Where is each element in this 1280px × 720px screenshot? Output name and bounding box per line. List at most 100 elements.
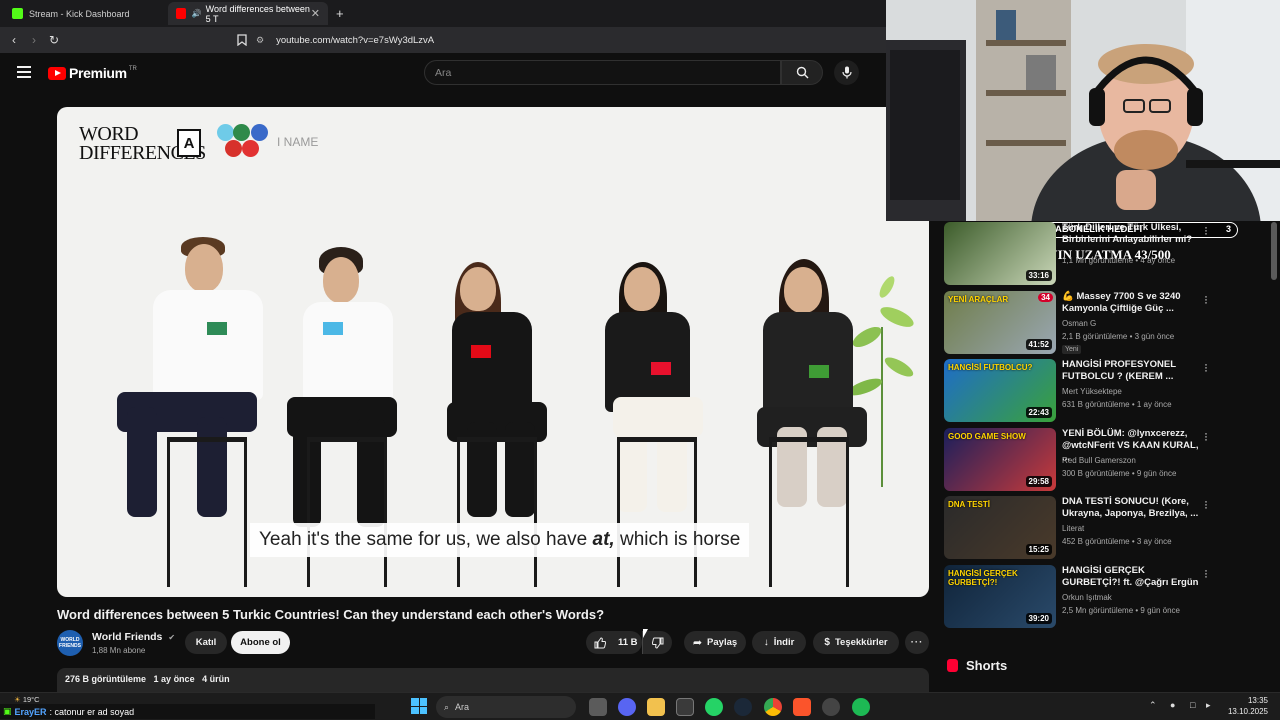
flag-ball-icon [225,140,242,157]
video-duration: 33:16 [1025,270,1052,281]
reload-icon[interactable]: ↻ [46,32,62,48]
recommendation-item[interactable]: 33:16 Türk Dilleri ve Türk Ülkesi, Birbir… [944,221,1224,286]
share-button[interactable]: ➦ Paylaş [684,631,746,654]
video-thumbnail[interactable]: HANGİSİ FUTBOLCU? 22:43 [944,359,1056,422]
system-clock[interactable]: 13:35 13.10.2025 [1218,695,1268,717]
thumbs-down-icon [651,637,663,649]
streamer-webcam [886,0,1280,221]
subscribe-button[interactable]: Abone ol [231,631,290,654]
more-options-icon[interactable]: · · · [1204,427,1208,445]
youtube-premium-logo[interactable]: Premium TR [48,65,137,81]
video-duration: 39:20 [1025,613,1052,624]
search-icon: ⌕ [444,701,450,712]
shorts-section-header[interactable]: Shorts [947,658,1007,673]
sidebar-scrollbar[interactable] [1271,222,1277,280]
video-thumbnail[interactable]: YENİ ARAÇLAR 34 41:52 [944,291,1056,354]
recommendation-title[interactable]: DNA TESTİ SONUCU! (Kore, Ukrayna, Japony… [1062,496,1202,520]
recommendation-channel[interactable]: Mert Yüksektepe [1062,387,1122,396]
channel-avatar[interactable]: WORLD FRIENDS [57,630,83,656]
goal-end: 3 [1226,224,1232,234]
bookmark-icon[interactable] [234,32,250,48]
hamburger-menu-icon[interactable] [17,66,31,78]
taskbar-search[interactable]: ⌕ Ara [436,696,576,718]
recommendation-channel[interactable]: Osman G [1062,319,1096,328]
shorts-icon [947,659,958,672]
logo-region: TR [128,66,137,72]
more-options-icon[interactable]: · · · [1204,221,1208,239]
back-arrow-icon[interactable]: ‹ [6,32,22,48]
address-bar: ‹ › ↻ ⚙ youtube.com/watch?v=e7sWy3dLzvA [0,27,886,53]
recommendation-item[interactable]: HANGİSİ FUTBOLCU? 22:43 HANGİSİ PROFESYONE… [944,358,1224,423]
weather-widget[interactable]: ☀ 19°C [14,695,40,704]
video-thumbnail[interactable]: GOOD GAME SHOW 29:58 [944,428,1056,491]
url-field[interactable]: ⚙ youtube.com/watch?v=e7sWy3dLzvA [256,30,876,50]
more-options-icon[interactable]: · · · [1204,358,1208,376]
youtube-play-icon [48,66,66,80]
steam-icon[interactable] [734,698,752,716]
display-tray-icon[interactable]: □ [1190,700,1195,710]
flag-ball-icon [242,140,259,157]
search-input[interactable]: Ara [424,60,781,85]
thumbnail-text: HANGİSİ GERÇEK GURBETÇİ?! [948,569,1018,587]
more-options-icon[interactable]: · · · [1204,495,1208,513]
join-button[interactable]: Katıl [185,631,227,654]
volume-tray-icon[interactable]: ▸ [1206,700,1211,711]
webcam-feed [886,0,1280,221]
recommendation-item[interactable]: HANGİSİ GERÇEK GURBETÇİ?! 39:20 HANGİSİ GE… [944,564,1224,629]
download-icon: ↓ [763,637,769,648]
microphone-tray-icon[interactable]: ● [1170,700,1175,710]
spotify-icon[interactable] [852,698,870,716]
chat-message: : catonur er ad soyad [49,706,135,717]
thumbnail-number: 34 [1038,293,1053,302]
video-thumbnail[interactable]: DNA TESTİ 15:25 [944,496,1056,559]
recommendation-title[interactable]: HANGİSİ GERÇEK GURBETÇİ?! ft. @Çağrı Erg… [1062,565,1202,589]
forward-arrow-icon[interactable]: › [26,32,42,48]
recommendation-channel[interactable]: Red Bull Gamerszon [1062,456,1136,465]
obs-icon[interactable] [822,698,840,716]
thumbnail-text: YENİ ARAÇLAR [948,295,1009,304]
recommendation-item[interactable]: YENİ ARAÇLAR 34 41:52 💪 Massey 7700 S ve 32… [944,290,1224,355]
description-box[interactable]: 276 B görüntüleme 1 ay önce 4 ürün [57,668,929,692]
recommendation-item[interactable]: DNA TESTİ 15:25 DNA TESTİ SONUCU! (Kore, U… [944,495,1224,560]
recommendation-title[interactable]: 💪 Massey 7700 S ve 3240 Kamyonla Çiftliğ… [1062,291,1202,315]
voice-search-button[interactable] [834,60,859,85]
close-tab-icon[interactable]: ✕ [311,7,320,20]
subtitle-emphasis: at, [592,529,615,550]
recommendation-channel[interactable]: Literat [1062,524,1084,533]
chrome-icon[interactable] [764,698,782,716]
more-actions-button[interactable]: ··· [905,631,929,654]
recommendation-channel[interactable]: Orkun Işıtmak [1062,593,1112,602]
recommendation-title[interactable]: HANGİSİ PROFESYONEL FUTBOLCU ? (KEREM ..… [1062,359,1202,383]
file-explorer-icon[interactable] [647,698,665,716]
like-button[interactable]: 11 B [586,631,642,654]
search-button[interactable] [781,60,823,85]
recommendation-title[interactable]: Türk Dilleri ve Türk Ülkesi, Birbirlerin… [1062,222,1202,246]
more-options-icon[interactable]: · · · [1204,564,1208,582]
thumbnail-text: DNA TESTİ [948,500,990,509]
windows-start-icon[interactable] [411,698,427,714]
flag-ball-icon [217,124,234,141]
channel-name[interactable]: World Friends ✔ [92,631,175,643]
tab-youtube-video[interactable]: 🔊 Word differences between 5 T ✕ [168,2,328,25]
windows-taskbar: ☀ 19°C ▣ ErayER : catonur er ad soyad ⌕ … [0,692,1280,720]
discord-icon[interactable] [618,698,636,716]
video-player[interactable]: WORD DIFFERENCES A I NAME Yeah it's the … [57,107,929,597]
video-thumbnail[interactable]: 33:16 [944,222,1056,285]
new-tab-button[interactable]: + [336,6,344,21]
task-view-icon[interactable] [589,698,607,716]
item-count: 4 ürün [202,674,230,684]
download-button[interactable]: ↓ İndir [752,631,806,654]
video-thumbnail[interactable]: HANGİSİ GERÇEK GURBETÇİ?! 39:20 [944,565,1056,628]
store-icon[interactable] [676,698,694,716]
tray-chevron-icon[interactable]: ⌃ [1149,700,1157,711]
tab-kick-dashboard[interactable]: Stream - Kick Dashboard [4,2,170,25]
site-info-icon[interactable]: ⚙ [256,35,264,46]
youtube-favicon-icon [176,8,186,19]
recommendation-meta: 452 B görüntüleme • 3 ay önce [1062,537,1172,546]
whatsapp-icon[interactable] [705,698,723,716]
more-options-icon[interactable]: · · · [1204,290,1208,308]
brave-browser-icon[interactable] [793,698,811,716]
thumbnail-text: GOOD GAME SHOW [948,432,1026,441]
thanks-button[interactable]: $ Teşekkürler [813,631,899,654]
recommendation-item[interactable]: GOOD GAME SHOW 29:58 YENİ BÖLÜM: @lynxcere… [944,427,1224,492]
